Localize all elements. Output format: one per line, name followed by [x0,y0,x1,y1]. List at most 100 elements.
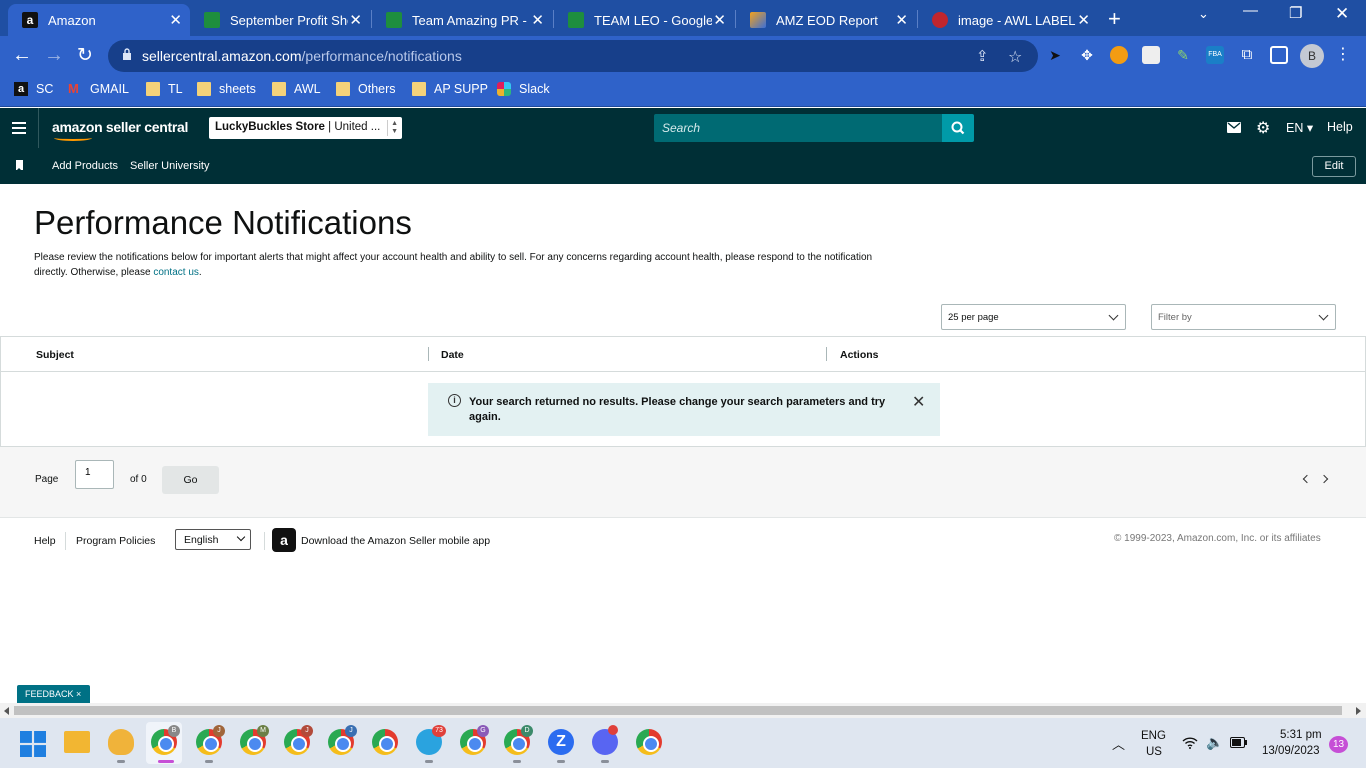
new-tab-plus-icon[interactable]: + [1108,6,1121,32]
bookmark-slack[interactable]: Slack [497,82,550,96]
share-icon[interactable]: ⇪ [976,47,989,65]
column-date[interactable]: Date [441,349,464,361]
folder-icon [336,82,350,96]
edit-button[interactable]: Edit [1312,156,1356,177]
per-page-select[interactable]: 25 per page [941,304,1126,330]
language-selector[interactable]: EN ▾ [1286,120,1313,135]
amazon-seller-app-icon[interactable]: a [272,528,296,552]
page-number-input[interactable]: 1 [75,460,114,489]
show-hidden-icons-chevron-icon[interactable]: ︿ [1112,734,1125,753]
bookmark-icon[interactable] [16,160,23,171]
back-arrow-icon[interactable]: ← [12,44,32,67]
browser-tab-strip: a Amazon ✕ September Profit Shee ✕ Team … [0,0,1366,36]
chrome-menu-icon[interactable]: ⋮ [1334,46,1352,64]
close-tab-icon[interactable]: ✕ [169,11,182,29]
scrollbar-thumb[interactable] [14,706,1342,715]
running-indicator [205,760,213,763]
zoom-icon[interactable]: Z [548,729,574,755]
minimize-icon[interactable]: — [1243,2,1258,19]
search-input[interactable]: Search [654,114,942,142]
bookmark-sheets[interactable]: sheets [197,82,256,96]
next-page-icon[interactable] [1319,474,1329,484]
restore-icon[interactable]: ❐ [1289,4,1302,22]
folder-icon [272,82,286,96]
scroll-right-icon[interactable] [1356,707,1361,715]
feedback-button[interactable]: FEEDBACK × [17,685,90,703]
hamburger-menu-icon[interactable] [12,122,26,134]
extension-orange-icon[interactable] [1110,46,1128,64]
divider [65,532,66,550]
contact-us-link[interactable]: contact us [153,267,199,278]
close-alert-icon[interactable]: ✕ [912,392,925,412]
battery-icon[interactable] [1230,737,1247,748]
footer-program-policies-link[interactable]: Program Policies [76,535,155,547]
chrome-icon[interactable] [636,729,662,755]
bookmark-awl[interactable]: AWL [272,82,321,96]
bookmark-label: SC [36,82,54,96]
footer-help-link[interactable]: Help [34,535,56,547]
tab-amz-eod[interactable]: AMZ EOD Report ✕ [736,4,916,36]
column-subject[interactable]: Subject [36,349,74,361]
bookmark-gmail[interactable]: M GMAIL [68,82,129,97]
extensions-puzzle-icon[interactable]: ⧉ [1238,46,1256,64]
close-tab-icon[interactable]: ✕ [531,11,544,29]
tab-amazon[interactable]: a Amazon ✕ [8,4,190,36]
bookmark-star-icon[interactable]: ☆ [1008,47,1022,67]
go-button[interactable]: Go [162,466,219,494]
bookmark-tl[interactable]: TL [146,82,183,96]
tab-team-amazing[interactable]: Team Amazing PR - Go ✕ [372,4,552,36]
column-divider [428,347,429,361]
extension-puzzle-dots-icon[interactable]: ✥ [1078,46,1096,64]
extension-fba-icon[interactable]: FBA [1206,46,1224,64]
bookmark-sc[interactable]: a SC [14,82,53,96]
tab-team-leo[interactable]: TEAM LEO - Google She ✕ [554,4,734,36]
input-region[interactable]: US [1146,746,1162,758]
forward-arrow-icon[interactable]: → [44,44,64,67]
page-count: of 0 [130,474,147,485]
sheets-favicon-icon [386,12,402,28]
tab-search-chevron-icon[interactable]: ⌄ [1198,6,1209,22]
bookmark-ap-supp[interactable]: AP SUPP [412,82,488,96]
notifications-table: Subject Date Actions i Your search retur… [0,336,1366,447]
wifi-icon[interactable] [1182,736,1198,749]
chrome-profile-icon[interactable] [372,729,398,755]
side-panel-icon[interactable] [1270,46,1288,64]
nav-seller-university[interactable]: Seller University [130,160,209,172]
mail-icon[interactable] [1227,122,1241,133]
download-app-link[interactable]: Download the Amazon Seller mobile app [301,535,490,547]
extension-camera-icon[interactable] [1142,46,1160,64]
tab-september-profit[interactable]: September Profit Shee ✕ [190,4,370,36]
tab-awl-label[interactable]: image - AWL LABEL ✕ [918,4,1098,36]
horizontal-scrollbar[interactable] [0,703,1366,718]
extension-pen-icon[interactable]: ✎ [1174,46,1192,64]
url-bar[interactable]: sellercentral.amazon.com/performance/not… [108,40,1038,72]
clock-time[interactable]: 5:31 pm [1280,729,1322,741]
close-window-icon[interactable]: ✕ [1335,4,1349,24]
input-language[interactable]: ENG [1141,730,1166,742]
footer-language-select[interactable]: English [175,529,251,550]
bookmark-others[interactable]: Others [336,82,396,96]
help-link[interactable]: Help [1327,120,1353,134]
profile-avatar[interactable]: B [1300,44,1324,68]
file-explorer-icon[interactable] [64,731,90,753]
close-tab-icon[interactable]: ✕ [895,11,908,29]
notification-count-badge[interactable]: 13 [1329,736,1348,753]
windows-start-icon[interactable] [20,731,46,757]
chevron-down-icon [236,532,246,542]
settings-gear-icon[interactable]: ⚙ [1256,118,1270,138]
prev-page-icon[interactable] [1302,474,1312,484]
filter-select[interactable]: Filter by [1151,304,1336,330]
close-tab-icon[interactable]: ✕ [1077,11,1090,29]
extension-arrow-icon[interactable]: ➤ [1046,46,1064,64]
close-tab-icon[interactable]: ✕ [713,11,726,29]
nav-add-products[interactable]: Add Products [52,160,118,172]
close-tab-icon[interactable]: ✕ [349,11,362,29]
scroll-left-icon[interactable] [4,707,9,715]
seller-central-logo[interactable]: amazon seller central [52,119,188,141]
volume-icon[interactable]: 🔈 [1206,734,1223,751]
reload-icon[interactable]: ↻ [77,44,93,67]
search-button[interactable] [942,114,974,142]
app-cat-icon[interactable] [108,729,134,755]
store-selector[interactable]: LuckyBuckles Store | United ... ▲ ▼ [209,117,402,139]
clock-date[interactable]: 13/09/2023 [1262,745,1320,757]
